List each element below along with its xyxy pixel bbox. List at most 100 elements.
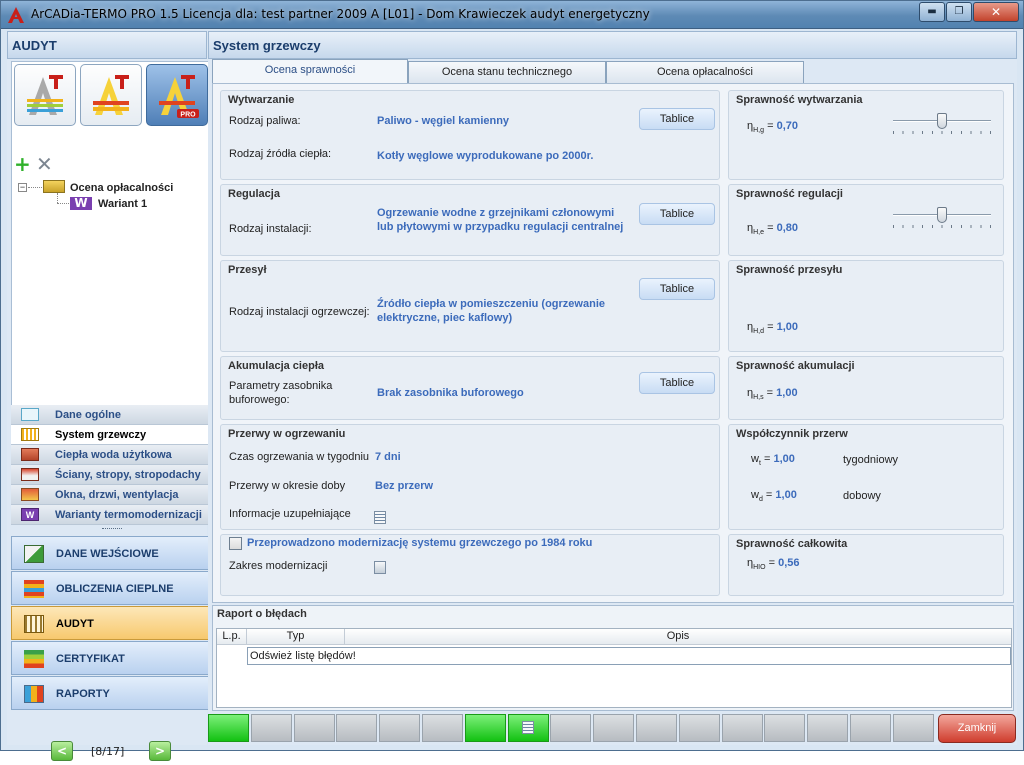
tree-node-wariant[interactable]: Wariant 1 [98, 198, 147, 210]
tree-collapse-toggle[interactable]: − [18, 183, 27, 192]
table-row[interactable]: Odśwież listę błędów! [247, 647, 1011, 665]
edit-scope-icon[interactable] [374, 561, 386, 574]
close-window-button[interactable]: ✕ [973, 2, 1019, 22]
variant-w-icon: W [21, 508, 39, 521]
report-icon [24, 685, 44, 703]
module-obliczenia[interactable]: OBLICZENIA CIEPLNE [11, 571, 211, 605]
modernization-checkbox-label[interactable]: Przeprowadzono modernizację systemu grze… [247, 536, 592, 550]
status-segment[interactable] [550, 714, 592, 742]
status-segment[interactable] [721, 714, 763, 742]
tree-connector-3 [57, 203, 69, 204]
energy-label-icon [24, 650, 44, 668]
module-certyfikat[interactable]: CERTYFIKAT [11, 641, 211, 675]
termo-pro-a-icon: PRO [159, 75, 199, 119]
status-segment[interactable] [678, 714, 720, 742]
nav-warianty[interactable]: W Warianty termomodernizacji [11, 505, 211, 525]
spr-wytwarzania-slider[interactable] [893, 113, 991, 135]
daily-breaks-value[interactable]: Bez przerw [375, 479, 433, 493]
tablice-button-wytwarzanie[interactable]: Tablice [639, 108, 715, 130]
zamknij-button[interactable]: Zamknij [938, 714, 1016, 743]
module-certyfikat-label: CERTYFIKAT [56, 653, 125, 665]
notes-icon[interactable] [374, 511, 386, 524]
spr-regulacji-slider[interactable] [893, 207, 991, 229]
slider-ticks [893, 225, 991, 228]
group-spr-regulacji: Sprawność regulacji ηH,e = 0,80 [728, 184, 1004, 256]
status-segment[interactable] [293, 714, 335, 742]
tablice-button-regulacja[interactable]: Tablice [639, 203, 715, 225]
status-segment[interactable] [336, 714, 378, 742]
status-segment[interactable] [422, 714, 463, 742]
nav-ciepla-woda[interactable]: Ciepła woda użytkowa [11, 445, 211, 465]
weekly-factor-value: wt = 1,00 [751, 453, 795, 468]
additional-info-label: Informacje uzupełniające [229, 508, 351, 520]
status-segment[interactable] [208, 714, 249, 742]
spr-przesylu-title: Sprawność przesyłu [736, 264, 843, 276]
arcadia-logo-button[interactable] [14, 64, 76, 126]
status-segment[interactable] [507, 714, 549, 742]
col-lp[interactable]: L.p. [217, 629, 247, 645]
status-bar [208, 714, 938, 742]
heat-source-value[interactable]: Kotły węglowe wyprodukowane po 2000r. [377, 149, 707, 163]
nav-system-grzewczy-label: System grzewczy [55, 429, 147, 441]
maximize-button[interactable]: ❐ [946, 2, 972, 22]
slider-thumb[interactable] [937, 113, 947, 129]
splitter-grip[interactable] [102, 528, 122, 531]
heating-installation-value[interactable]: Źródło ciepła w pomieszczeniu (ogrzewani… [377, 297, 637, 325]
status-segment[interactable] [764, 714, 806, 742]
heating-time-value[interactable]: 7 dni [375, 450, 401, 464]
tablice-button-akumulacja[interactable]: Tablice [639, 372, 715, 394]
status-segment[interactable] [379, 714, 421, 742]
installation-type-value[interactable]: Ogrzewanie wodne z grzejnikami członowym… [377, 206, 627, 234]
nav-sciany-label: Ściany, stropy, stropodachy [55, 469, 201, 481]
tree-connector-2 [57, 193, 58, 203]
add-icon[interactable]: + [14, 154, 34, 174]
fuel-value[interactable]: Paliwo - węgiel kamienny [377, 114, 637, 128]
minimize-button[interactable]: ▬ [919, 2, 945, 22]
status-segment[interactable] [593, 714, 635, 742]
termo-pro-logo-button[interactable]: PRO [146, 64, 208, 126]
termo-a-icon [93, 75, 129, 115]
modernization-checkbox[interactable] [229, 537, 242, 550]
termo-logo-button[interactable] [80, 64, 142, 126]
nav-system-grzewczy[interactable]: System grzewczy [11, 425, 211, 445]
module-dane-wejsciowe-label: DANE WEJŚCIOWE [56, 548, 159, 560]
przerw-title: Współczynnik przerw [736, 428, 848, 440]
error-report-panel: Raport o błędach L.p. Typ Opis Odśwież l… [212, 605, 1014, 711]
modernization-scope-label: Zakres modernizacji [229, 560, 328, 572]
group-przerw: Współczynnik przerw wt = 1,00 tygodniowy… [728, 424, 1004, 530]
tab-ocena-oplacalnosci[interactable]: Ocena opłacalności [606, 61, 804, 83]
status-segment[interactable] [807, 714, 849, 742]
nav-okna-label: Okna, drzwi, wentylacja [55, 489, 179, 501]
tree-node-ocena[interactable]: Ocena opłacalności [70, 182, 173, 194]
col-typ[interactable]: Typ [247, 629, 345, 645]
module-dane-wejsciowe[interactable]: DANE WEJŚCIOWE [11, 536, 211, 570]
buffer-tank-value[interactable]: Brak zasobnika buforowego [377, 386, 617, 400]
nav-sciany[interactable]: Ściany, stropy, stropodachy [11, 465, 211, 485]
status-segment[interactable] [250, 714, 292, 742]
col-opis[interactable]: Opis [345, 629, 1011, 645]
next-page-button[interactable]: > [149, 741, 171, 761]
daily-factor-label: dobowy [843, 490, 881, 502]
nav-dane-ogolne[interactable]: Dane ogólne [11, 405, 211, 425]
prev-page-button[interactable]: < [51, 741, 73, 761]
module-raporty-label: RAPORTY [56, 688, 110, 700]
delete-icon[interactable]: ✕ [36, 154, 56, 174]
group-przesyl: Przesył Rodzaj instalacji ogrzewczej: Źr… [220, 260, 720, 352]
tab-ocena-sprawnosci[interactable]: Ocena sprawności [212, 59, 408, 83]
folder-icon [43, 180, 65, 193]
module-nav: DANE WEJŚCIOWE OBLICZENIA CIEPLNE AUDYT … [11, 536, 211, 711]
status-segment[interactable] [636, 714, 677, 742]
weekly-factor-label: tygodniowy [843, 454, 899, 466]
spr-wytwarzania-value: ηH,g = 0,70 [747, 120, 798, 135]
nav-okna[interactable]: Okna, drzwi, wentylacja [11, 485, 211, 505]
module-raporty[interactable]: RAPORTY [11, 676, 211, 710]
page-title: System grzewczy [208, 31, 1017, 59]
tablice-button-przesyl[interactable]: Tablice [639, 278, 715, 300]
status-segment[interactable] [464, 714, 506, 742]
status-segment[interactable] [850, 714, 891, 742]
tab-ocena-stanu[interactable]: Ocena stanu technicznego [408, 61, 606, 83]
status-segment[interactable] [892, 714, 934, 742]
module-audyt[interactable]: AUDYT [11, 606, 211, 640]
title-bar[interactable]: ArCADia-TERMO PRO 1.5 Licencja dla: test… [1, 1, 1023, 29]
slider-thumb[interactable] [937, 207, 947, 223]
